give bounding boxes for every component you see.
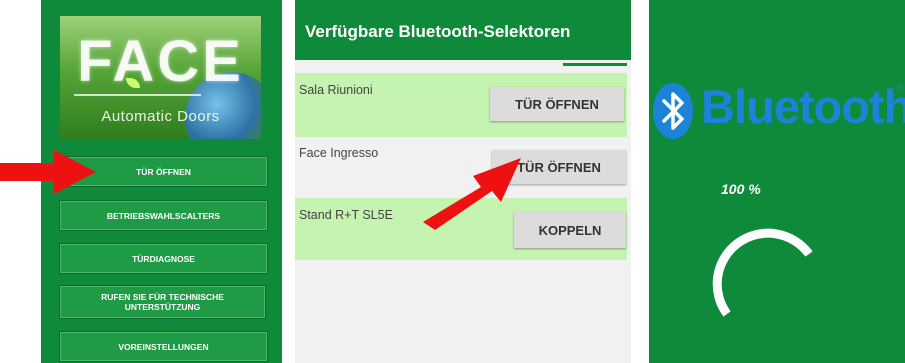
red-arrow-indicator (0, 150, 96, 194)
logo-subtitle: Automatic Doors (101, 108, 220, 125)
registered-mark: ® (897, 82, 904, 92)
device-name: Sala Riunioni (299, 83, 373, 97)
page-title: Verfügbare Bluetooth-Selektoren (305, 22, 571, 41)
logo-divider (74, 94, 201, 96)
device-name: Face Ingresso (299, 146, 379, 160)
device-name: Stand R+T SL5E (299, 208, 393, 222)
header-underline (563, 63, 627, 66)
bluetooth-progress-screen: Bluetooth ® 100 % (649, 0, 905, 363)
red-arrow-indicator (423, 158, 521, 230)
logo-title: FACE (77, 29, 244, 94)
loading-spinner (712, 228, 813, 317)
pair-button[interactable]: KOPPELN (514, 212, 626, 248)
progress-percent: 100 % (721, 181, 761, 197)
door-diagnosis-button[interactable]: TÜRDIAGNOSE (59, 243, 268, 274)
technical-support-button[interactable]: RUFEN SIE FÜR TECHNISCHE UNTERSTÜTZUNG (59, 285, 266, 319)
device-row-sala-riunioni: Sala Riunioni TÜR ÖFFNEN (295, 73, 627, 137)
face-logo: FACE Automatic Doors (60, 16, 261, 139)
presets-button[interactable]: VOREINSTELLUNGEN (59, 331, 268, 362)
bluetooth-wordmark: Bluetooth (701, 80, 905, 133)
app-bar: Verfügbare Bluetooth-Selektoren (295, 0, 631, 60)
open-door-button[interactable]: TÜR ÖFFNEN (490, 87, 624, 121)
operating-mode-button[interactable]: BETRIEBSWAHLSCALTERS (59, 200, 268, 231)
bluetooth-icon (653, 83, 693, 139)
